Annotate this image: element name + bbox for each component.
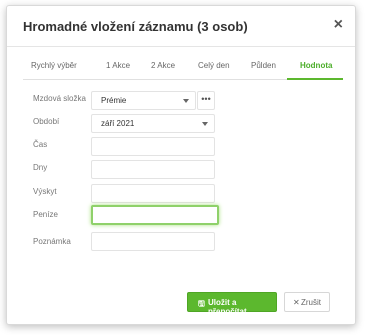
tab-1-akce[interactable]: 1 Akce <box>106 61 130 70</box>
penize-field[interactable] <box>91 205 219 225</box>
mzdova-slozka-select[interactable]: Prémie <box>91 91 196 110</box>
label-cas: Čas <box>33 140 48 149</box>
dialog-header: Hromadné vložení záznamu (3 osob) × <box>7 6 355 47</box>
cancel-button[interactable]: ✕ Zrušit <box>284 292 330 312</box>
tab-rychly-vyber[interactable]: Rychlý výběr <box>31 61 77 70</box>
tab-hodnota[interactable]: Hodnota <box>300 61 332 70</box>
label-mzdova-slozka: Mzdová složka <box>33 94 86 103</box>
mzdova-slozka-value: Prémie <box>101 96 127 105</box>
obdobi-select[interactable]: září 2021 <box>91 114 215 133</box>
active-tab-indicator <box>287 78 343 80</box>
vyskyt-field[interactable] <box>91 184 215 203</box>
dialog-title: Hromadné vložení záznamu (3 osob) <box>23 19 248 34</box>
label-obdobi: Období <box>33 117 60 126</box>
more-options-button[interactable]: ••• <box>197 91 215 110</box>
save-button-label: Uložit a přepočítat <box>208 298 247 316</box>
tab-pulden[interactable]: Půlden <box>251 61 276 70</box>
label-poznamka: Poznámka <box>33 237 71 246</box>
cas-field[interactable] <box>91 137 215 156</box>
save-icon: 🖫 <box>198 299 205 308</box>
tab-cely-den[interactable]: Celý den <box>198 61 230 70</box>
label-penize: Peníze <box>33 210 58 219</box>
save-recalculate-button[interactable]: 🖫 Uložit a přepočítat <box>187 292 277 316</box>
tab-2-akce[interactable]: 2 Akce <box>151 61 175 70</box>
poznamka-field[interactable] <box>91 232 215 251</box>
dny-field[interactable] <box>91 160 215 179</box>
close-icon[interactable]: × <box>334 17 343 33</box>
label-dny: Dny <box>33 163 48 172</box>
bulk-insert-dialog: Hromadné vložení záznamu (3 osob) × Rych… <box>6 5 356 325</box>
obdobi-value: září 2021 <box>101 119 135 128</box>
cancel-button-label: Zrušit <box>301 298 321 307</box>
chevron-down-icon <box>202 122 208 126</box>
tab-bar: Rychlý výběr 1 Akce 2 Akce Celý den Půld… <box>23 57 343 80</box>
close-icon: ✕ <box>293 298 300 307</box>
chevron-down-icon <box>183 99 189 103</box>
label-vyskyt: Výskyt <box>33 187 57 196</box>
